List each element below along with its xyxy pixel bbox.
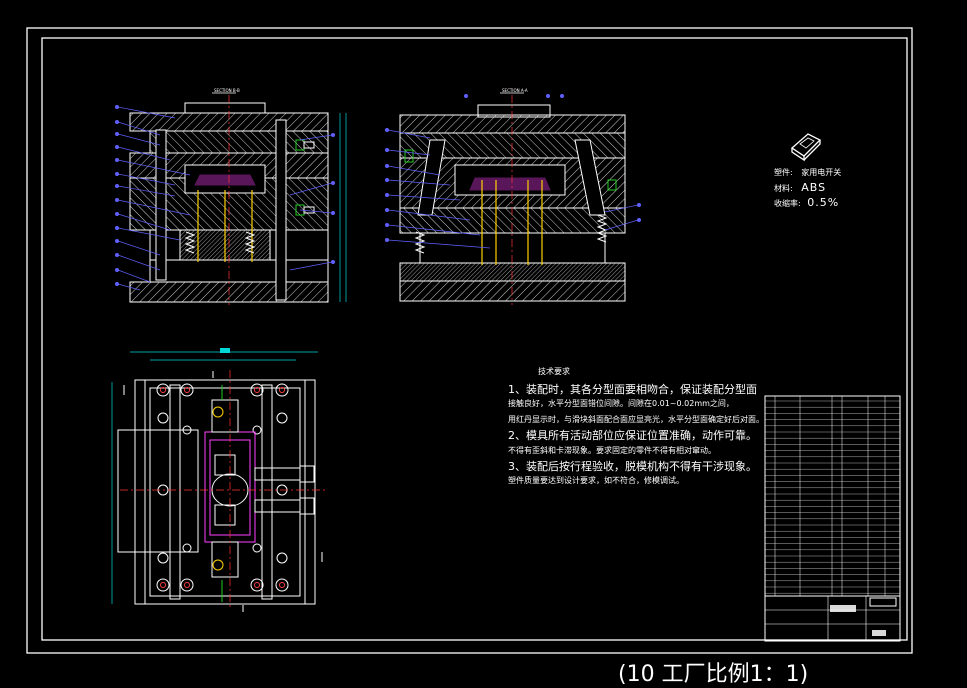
requirement-line-4: 2、模具所有活动部位应保证位置准确，动作可靠。 <box>508 429 757 442</box>
material-value: ABS <box>801 181 827 194</box>
plan-view <box>111 348 325 612</box>
requirement-line-7: 塑件质量要达到设计要求，如不符合，修模调试。 <box>508 476 684 485</box>
shrink-row: 收缩率: 0.5% <box>774 196 839 209</box>
part-name-row: 塑件: 家用电开关 <box>774 167 841 178</box>
requirement-line-6: 3、装配后按行程验收，脱模机构不得有干涉现象。 <box>508 460 757 473</box>
svg-text:SECTION A-A: SECTION A-A <box>502 88 528 93</box>
part-isometric-view <box>790 133 822 162</box>
requirements-title: 技术要求 <box>538 367 570 376</box>
part-name-value: 家用电开关 <box>801 168 842 177</box>
section-view-left: SECTION B-B <box>115 88 347 305</box>
requirement-line-1: 1、装配时，其各分型面要相吻合，保证装配分型面 <box>508 383 757 396</box>
requirement-line-2: 接触良好，水平分型面错位间隙。间隙在0.01~0.02mm之间， <box>508 399 734 408</box>
title-block <box>764 395 901 642</box>
requirement-line-3: 用红丹显示时，与滑块斜面配合面应显亮光，水平分型面确定好后对面。 <box>508 415 764 424</box>
part-name-label: 塑件: <box>774 168 793 177</box>
shrink-value: 0.5% <box>807 196 840 209</box>
cad-drawing-canvas: SECTION B-B SECTION A-A <box>26 27 913 654</box>
shrink-label: 收缩率: <box>774 199 801 208</box>
requirement-line-5: 不得有歪斜和卡滞现象。要求固定的零件不得有相对窜动。 <box>508 446 716 455</box>
bottom-caption: (10 工厂比例1：1) <box>618 662 809 687</box>
material-label: 材料: <box>774 184 793 193</box>
svg-text:SECTION B-B: SECTION B-B <box>214 88 240 93</box>
material-row: 材料: ABS <box>774 181 826 194</box>
section-view-right: SECTION A-A <box>385 88 641 305</box>
